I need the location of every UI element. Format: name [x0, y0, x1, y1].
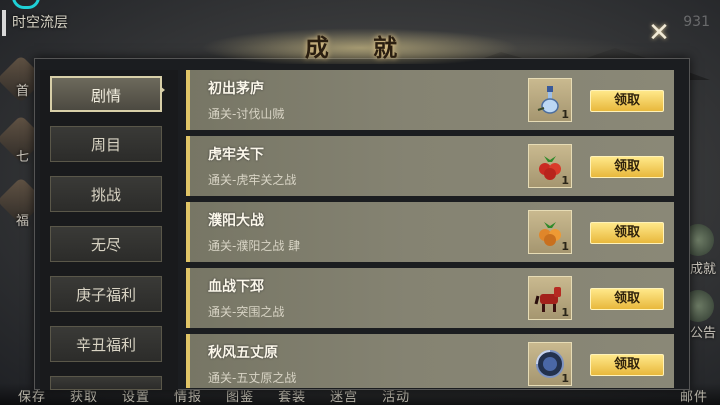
achievement-list: 初出茅庐 通关-讨伐山贼 1 领取 虎牢关下 通关-虎牢关之战 1 领取 濮阳大…	[186, 70, 674, 388]
category-nav: 剧情 周目 挑战 无尽 庚子福利 辛丑福利	[40, 70, 178, 390]
achievement-card: 初出茅庐 通关-讨伐山贼 1 领取	[186, 70, 674, 130]
claim-button[interactable]: 领取	[590, 354, 664, 376]
reward-slot[interactable]: 1	[528, 144, 572, 188]
modal-title: 成 就	[304, 33, 416, 62]
achievement-condition: 通关-突围之战	[208, 305, 285, 319]
reward-slot[interactable]: 1	[528, 342, 572, 386]
reward-slot[interactable]: 1	[528, 276, 572, 320]
claim-button[interactable]: 领取	[590, 156, 664, 178]
reward-count: 1	[561, 174, 569, 187]
reward-slot[interactable]: 1	[528, 210, 572, 254]
claim-button[interactable]: 领取	[590, 288, 664, 310]
reward-count: 1	[561, 240, 569, 253]
nav-item-challenge[interactable]: 挑战	[50, 176, 162, 212]
left-menu-label-1: 首	[16, 84, 30, 99]
achievement-title: 血战下邳	[208, 279, 264, 295]
achievement-condition: 通关-讨伐山贼	[208, 107, 285, 121]
achievement-side-label: 成就	[689, 262, 716, 277]
achievement-title: 初出茅庐	[208, 81, 264, 97]
achievement-card: 血战下邳 通关-突围之战 1 领取	[186, 268, 674, 328]
achievement-condition: 通关-五丈原之战	[208, 371, 297, 385]
close-button[interactable]: ✕	[646, 20, 672, 46]
nav-item-endless[interactable]: 无尽	[50, 226, 162, 262]
achievement-condition: 通关-濮阳之战 肆	[208, 239, 301, 253]
nav-item-gengzi-welfare[interactable]: 庚子福利	[50, 276, 162, 312]
left-menu-label-3: 福	[16, 214, 30, 229]
nav-item-story[interactable]: 剧情	[50, 76, 162, 112]
achievement-title: 秋风五丈原	[208, 345, 278, 361]
active-nav-arrow-icon	[160, 86, 165, 94]
nav-item-xinchou-welfare[interactable]: 辛丑福利	[50, 326, 162, 362]
notice-side-label: 公告	[689, 326, 716, 341]
reward-count: 1	[561, 306, 569, 319]
achievement-card: 秋风五丈原 通关-五丈原之战 1 领取	[186, 334, 674, 388]
nav-item-playthrough[interactable]: 周目	[50, 126, 162, 162]
claim-button[interactable]: 领取	[590, 222, 664, 244]
modal-header: 成 就	[0, 22, 720, 64]
claim-button[interactable]: 领取	[590, 90, 664, 112]
reward-count: 1	[561, 108, 569, 121]
achievement-condition: 通关-虎牢关之战	[208, 173, 297, 187]
reward-count: 1	[561, 372, 569, 385]
left-menu-label-2: 七	[16, 150, 30, 165]
reward-slot[interactable]: 1	[528, 78, 572, 122]
achievement-title: 虎牢关下	[208, 147, 264, 163]
achievement-card: 虎牢关下 通关-虎牢关之战 1 领取	[186, 136, 674, 196]
achievement-title: 濮阳大战	[208, 213, 264, 229]
nav-item-partial[interactable]	[50, 376, 162, 390]
achievement-card: 濮阳大战 通关-濮阳之战 肆 1 领取	[186, 202, 674, 262]
